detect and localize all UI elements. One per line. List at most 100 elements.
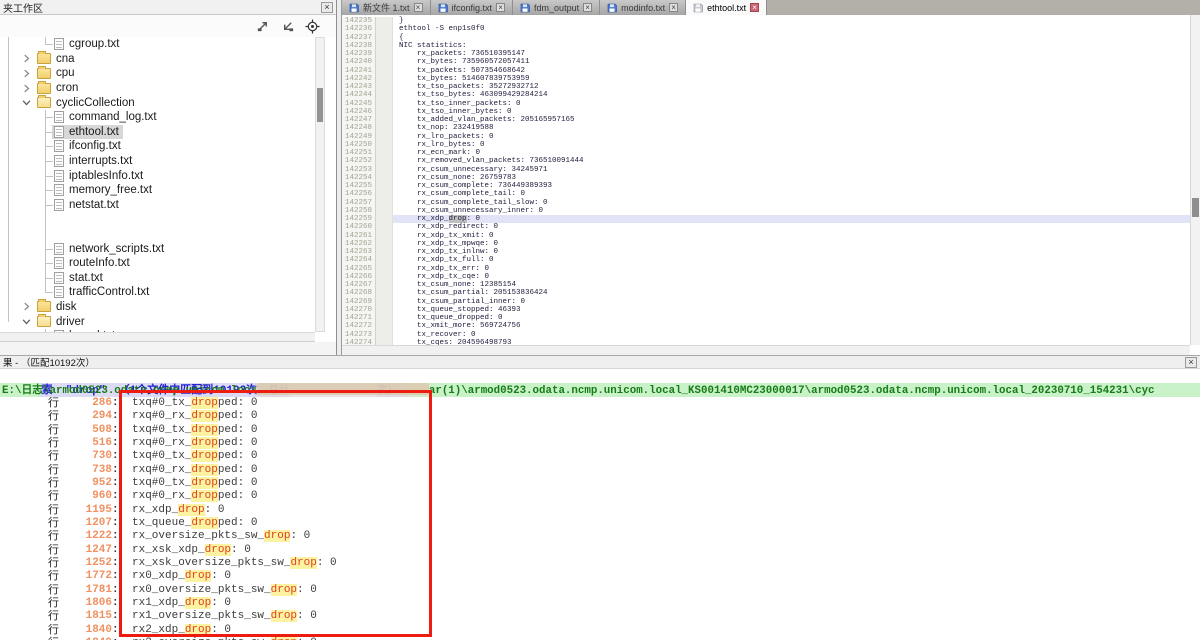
fold-margin bbox=[376, 124, 393, 132]
editor-tab-ethtool-txt[interactable]: ethtool.txt× bbox=[686, 0, 767, 15]
tab-close-button[interactable]: × bbox=[583, 3, 592, 12]
tree-item-interrupts-txt[interactable]: interrupts.txt bbox=[0, 154, 315, 169]
editor-panel: 新文件 1.txt×ifconfig.txt×fdm_output×modinf… bbox=[342, 0, 1200, 355]
tab-close-button[interactable]: × bbox=[496, 3, 505, 12]
editor-tab-modinfo-txt[interactable]: modinfo.txt× bbox=[600, 0, 686, 15]
result-line-label: 行 bbox=[48, 450, 65, 463]
workspace-vertical-scrollbar[interactable] bbox=[315, 37, 325, 332]
tree-item-ethtool-txt[interactable]: ethtool.txt bbox=[0, 125, 315, 140]
tab-close-button[interactable]: × bbox=[669, 3, 678, 12]
scrollbar-thumb[interactable] bbox=[1192, 198, 1199, 217]
line-number: 142242 bbox=[342, 75, 376, 83]
result-line-label: 行 bbox=[48, 584, 65, 597]
workspace-close-button[interactable]: × bbox=[321, 2, 333, 13]
results-close-button[interactable]: × bbox=[1185, 357, 1197, 368]
result-line-number: 1247 bbox=[65, 544, 112, 557]
tab-label: 新文件 1.txt bbox=[363, 1, 410, 14]
tree-item-driver[interactable]: driver bbox=[0, 314, 315, 329]
editor-tab-ifconfig-txt[interactable]: ifconfig.txt× bbox=[431, 0, 514, 15]
tree-item-label: routeInfo.txt bbox=[69, 257, 130, 269]
editor-line: 142236ethtool -S enp1s0f0 bbox=[342, 25, 1190, 33]
file-icon bbox=[54, 126, 64, 138]
editor-line-text: rx_ecn_mark: 0 bbox=[393, 149, 1190, 157]
tree-item-disk[interactable]: disk bbox=[0, 300, 315, 315]
editor-line: 142255 rx_csum_complete: 736449389393 bbox=[342, 182, 1190, 190]
tree-item-memory-free-txt[interactable]: memory_free.txt bbox=[0, 183, 315, 198]
expand-all-button[interactable] bbox=[254, 18, 270, 34]
tree-item-netstat-txt[interactable]: netstat.txt bbox=[0, 198, 315, 213]
tree-item-cpu[interactable]: cpu bbox=[0, 66, 315, 81]
tree-item-label: command_log.txt bbox=[69, 111, 157, 123]
tree-item-stat-txt[interactable]: stat.txt bbox=[0, 271, 315, 286]
tab-close-button[interactable]: × bbox=[414, 3, 423, 12]
tree-item-cycliccollection[interactable]: cyclicCollection bbox=[0, 95, 315, 110]
chevron-down-icon[interactable] bbox=[22, 98, 35, 107]
line-number: 142271 bbox=[342, 314, 376, 322]
fold-margin bbox=[376, 215, 393, 223]
redaction-blur bbox=[557, 327, 623, 345]
editor-vertical-scrollbar[interactable] bbox=[1190, 15, 1200, 345]
tree-item-label: cpu bbox=[56, 67, 75, 79]
result-line-number: 1840 bbox=[65, 624, 112, 637]
fold-margin bbox=[376, 240, 393, 248]
chevron-down-icon[interactable] bbox=[22, 317, 35, 326]
tree-item-routeinfo-txt[interactable]: routeInfo.txt bbox=[0, 256, 315, 271]
search-results-panel: 果 - （匹配10192次） × 索 "drop" （1个文件中匹配到10192… bbox=[0, 355, 1200, 640]
editor-line-text: { bbox=[393, 34, 1190, 42]
editor-view[interactable]: 142235}142236ethtool -S enp1s0f0142237{1… bbox=[342, 15, 1190, 345]
line-number: 142235 bbox=[342, 17, 376, 25]
tree-item-iptablesinfo-txt[interactable]: iptablesInfo.txt bbox=[0, 168, 315, 183]
fold-margin bbox=[376, 25, 393, 33]
line-number: 142245 bbox=[342, 100, 376, 108]
chevron-right-icon[interactable] bbox=[22, 54, 35, 63]
chevron-right-icon[interactable] bbox=[22, 84, 35, 93]
fold-margin bbox=[376, 331, 393, 339]
locate-current-file-button[interactable] bbox=[304, 18, 320, 34]
editor-tab-1-txt[interactable]: 新文件 1.txt × bbox=[342, 0, 431, 15]
tree-item-label: network_scripts.txt bbox=[69, 243, 164, 255]
workspace-file-tree: cgroup.txtcnacpu croncyclicCollectioncomm… bbox=[0, 37, 315, 332]
fold-margin bbox=[376, 67, 393, 75]
editor-tab-fdm-output[interactable]: fdm_output × bbox=[513, 0, 600, 15]
editor-horizontal-scrollbar[interactable] bbox=[342, 345, 1190, 355]
tree-guide-line bbox=[8, 37, 9, 322]
editor-line: 142235} bbox=[342, 17, 1190, 25]
editor-line: 142262 rx_xdp_tx_mpwqe: 0 bbox=[342, 240, 1190, 248]
tree-item-cna[interactable]: cna bbox=[0, 52, 315, 67]
line-number: 142243 bbox=[342, 83, 376, 91]
line-number: 142264 bbox=[342, 256, 376, 264]
line-number: 142272 bbox=[342, 322, 376, 330]
tree-item-ifconfig-txt[interactable]: ifconfig.txt bbox=[0, 139, 315, 154]
fold-margin bbox=[376, 223, 393, 231]
tree-item-cgroup-txt[interactable]: cgroup.txt bbox=[0, 37, 315, 52]
chevron-right-icon[interactable] bbox=[22, 302, 35, 311]
fold-margin bbox=[376, 108, 393, 116]
tree-guide-line bbox=[45, 37, 46, 45]
fold-margin bbox=[376, 314, 393, 322]
result-line-number: 286 bbox=[65, 397, 112, 410]
tab-label: fdm_output bbox=[534, 3, 579, 13]
search-summary-row[interactable]: 索 "drop" （1个文件中匹配到10192次，总计次） bbox=[0, 369, 1200, 383]
file-icon bbox=[54, 272, 64, 284]
tree-item-trafficcontrol-txt[interactable]: trafficControl.txt bbox=[0, 285, 315, 300]
editor-line: 142244 tx_tso_bytes: 463099429284214 bbox=[342, 91, 1190, 99]
tab-close-button[interactable]: × bbox=[750, 3, 759, 12]
scrollbar-thumb[interactable] bbox=[317, 88, 323, 122]
fold-margin bbox=[376, 141, 393, 149]
file-icon bbox=[54, 38, 64, 50]
editor-line-text: rx_xdp_drop: 0 bbox=[393, 215, 1190, 223]
collapse-all-button[interactable] bbox=[279, 18, 295, 34]
result-line-label: 行 bbox=[48, 424, 65, 437]
result-line-number: 1252 bbox=[65, 557, 112, 570]
line-number: 142273 bbox=[342, 331, 376, 339]
workspace-horizontal-scrollbar[interactable] bbox=[0, 332, 315, 342]
tree-item-label: driver bbox=[56, 316, 85, 328]
result-line-number: 730 bbox=[65, 450, 112, 463]
tree-item-command-log-txt[interactable]: command_log.txt bbox=[0, 110, 315, 125]
editor-line-text: rx_xdp_tx_err: 0 bbox=[393, 265, 1190, 273]
tree-item-network-scripts-txt[interactable]: network_scripts.txt bbox=[0, 241, 315, 256]
tree-item-box: stat.txt bbox=[52, 271, 107, 285]
chevron-right-icon[interactable] bbox=[22, 69, 35, 78]
tree-item-cron[interactable]: cron bbox=[0, 81, 315, 96]
editor-line: 142238NIC statistics: bbox=[342, 42, 1190, 50]
